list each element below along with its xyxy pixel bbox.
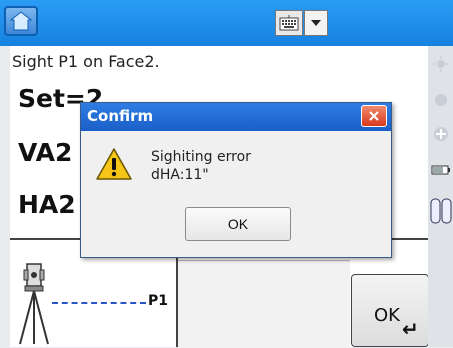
- dialog-message-line1: Sighiting error: [151, 149, 251, 165]
- ha-label: HA2: [18, 190, 76, 219]
- chevron-down-icon: [311, 20, 321, 26]
- add-button[interactable]: [430, 124, 452, 144]
- dialog-message-line2: dHA:11": [151, 167, 209, 183]
- home-button[interactable]: [4, 6, 38, 36]
- home-icon: [10, 11, 32, 31]
- confirm-dialog: Confirm Sighiting error dHA:11" OK: [80, 102, 392, 258]
- battery-pack-icon: [430, 198, 452, 224]
- battery-icon: [431, 165, 450, 175]
- plus-icon: [434, 127, 448, 141]
- circle-icon: [435, 94, 447, 106]
- right-toolbar: [428, 46, 453, 347]
- close-icon: [369, 111, 379, 121]
- target-label: P1: [148, 293, 169, 309]
- input-method-dropdown[interactable]: [304, 10, 328, 36]
- top-bar: [0, 0, 453, 46]
- brightness-button[interactable]: [430, 54, 452, 74]
- info-panel: [178, 260, 350, 348]
- battery-pack-indicator: [430, 196, 452, 226]
- va-label: VA2: [18, 138, 73, 167]
- keyboard-icon: [279, 15, 299, 31]
- ok-button-label: OK: [374, 305, 400, 326]
- dialog-close-button[interactable]: [361, 105, 387, 127]
- ok-button[interactable]: OK ↵: [351, 274, 429, 347]
- total-station-icon: [19, 263, 49, 345]
- dialog-ok-button[interactable]: OK: [185, 207, 291, 241]
- dialog-title: Confirm: [87, 107, 154, 125]
- battery-indicator: [430, 160, 452, 180]
- status-button[interactable]: [430, 90, 452, 110]
- brightness-icon: [433, 56, 449, 72]
- dialog-titlebar: Confirm: [81, 103, 391, 131]
- warning-icon: [96, 148, 132, 180]
- keyboard-button[interactable]: [275, 10, 303, 36]
- instruction-text: Sight P1 on Face2.: [12, 52, 160, 71]
- sight-line: [52, 302, 146, 304]
- enter-icon: ↵: [402, 317, 419, 341]
